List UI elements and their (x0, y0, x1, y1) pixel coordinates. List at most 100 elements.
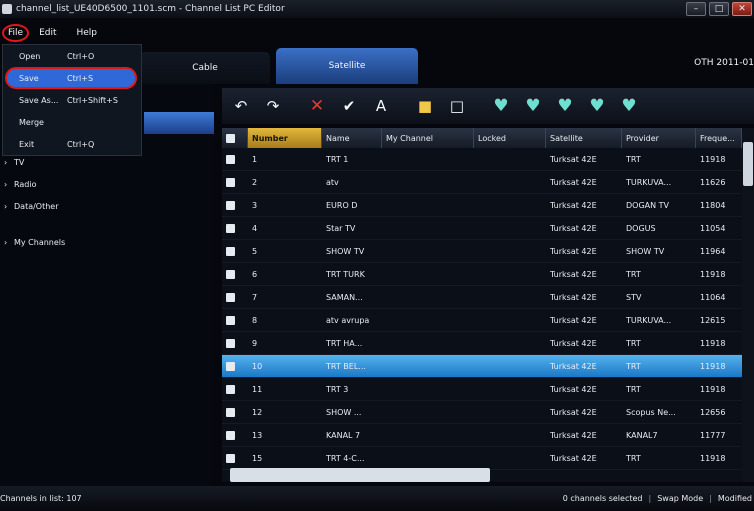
tree-label-tv: TV (14, 158, 25, 167)
tree-item-data-other[interactable]: › Data/Other (4, 202, 59, 211)
rename-icon[interactable]: A (366, 93, 396, 119)
table-row[interactable]: 2 atv Turksat 42E TURKUVA... 11626 (222, 171, 742, 194)
cell-satellite: Turksat 42E (550, 384, 597, 394)
menu-file[interactable]: File (2, 24, 30, 42)
row-checkbox[interactable] (226, 338, 235, 348)
header-name[interactable]: Name (322, 128, 382, 148)
header-frequency[interactable]: Freque... (696, 128, 742, 148)
header-provider[interactable]: Provider (622, 128, 696, 148)
cell-number: 6 (252, 269, 258, 279)
select-all-checkbox[interactable] (226, 133, 235, 143)
cell-satellite: Turksat 42E (550, 453, 597, 463)
cell-provider: TURKUVA... (626, 315, 672, 325)
row-checkbox[interactable] (226, 384, 235, 394)
table-row[interactable]: 12 SHOW ... Turksat 42E Scopus Ne... 12656 (222, 401, 742, 424)
header-number[interactable]: Number (248, 128, 322, 148)
menu-item-merge[interactable]: Merge (3, 111, 141, 133)
row-checkbox[interactable] (226, 246, 235, 256)
row-checkbox[interactable] (226, 292, 235, 302)
table-row[interactable]: 15 TRT 4-C... Turksat 42E TRT 11918 (222, 447, 742, 470)
cell-number: 11 (252, 384, 263, 394)
tree-item-tv[interactable]: › TV (4, 158, 24, 167)
menu-item-shortcut: Ctrl+S (67, 73, 94, 83)
scrollbar-thumb[interactable] (743, 142, 753, 186)
row-checkbox[interactable] (226, 430, 235, 440)
cell-satellite: Turksat 42E (550, 246, 597, 256)
header-select-all[interactable] (222, 128, 248, 148)
tab-satellite[interactable]: Satellite (276, 48, 418, 84)
menu-item-label: Open (19, 51, 41, 61)
cell-provider: TRT (626, 453, 641, 463)
favorite-3-icon[interactable]: ♥ (550, 93, 580, 119)
menu-item-shortcut: Ctrl+Q (67, 139, 95, 149)
table-row[interactable]: 13 KANAL 7 Turksat 42E KANAL7 11777 (222, 424, 742, 447)
cell-frequency: 11626 (700, 177, 726, 187)
header-locked[interactable]: Locked (474, 128, 546, 148)
lock-icon[interactable]: ■ (410, 93, 440, 119)
cell-number: 12 (252, 407, 263, 417)
tab-cable[interactable]: Cable (140, 52, 270, 84)
row-checkbox[interactable] (226, 200, 235, 210)
redo-icon[interactable]: ↷ (258, 93, 288, 119)
menu-item-open[interactable]: Open Ctrl+O (3, 45, 141, 67)
favorite-2-icon[interactable]: ♥ (518, 93, 548, 119)
channel-count: Channels in list: 107 (0, 494, 82, 503)
cell-satellite: Turksat 42E (550, 154, 597, 164)
table-row[interactable]: 5 SHOW TV Turksat 42E SHOW TV 11964 (222, 240, 742, 263)
delete-icon[interactable]: ✕ (302, 93, 332, 119)
tree-item-radio[interactable]: › Radio (4, 180, 36, 189)
cell-frequency: 11777 (700, 430, 726, 440)
table-row[interactable]: 8 atv avrupa Turksat 42E TURKUVA... 12615 (222, 309, 742, 332)
row-checkbox[interactable] (226, 223, 235, 233)
cell-frequency: 11918 (700, 361, 726, 371)
table-row[interactable]: 1 TRT 1 Turksat 42E TRT 11918 (222, 148, 742, 171)
expand-arrow-icon: › (4, 202, 8, 211)
favorite-4-icon[interactable]: ♥ (582, 93, 612, 119)
cell-frequency: 11918 (700, 338, 726, 348)
cell-satellite: Turksat 42E (550, 223, 597, 233)
favorite-1-icon[interactable]: ♥ (486, 93, 516, 119)
favorite-5-icon[interactable]: ♥ (614, 93, 644, 119)
vertical-scrollbar[interactable] (742, 128, 754, 482)
table-row[interactable]: 6 TRT TURK Turksat 42E TRT 11918 (222, 263, 742, 286)
table-row[interactable]: 9 TRT HA... Turksat 42E TRT 11918 (222, 332, 742, 355)
menu-item-save-as[interactable]: Save As... Ctrl+Shift+S (3, 89, 141, 111)
table-row[interactable]: 11 TRT 3 Turksat 42E TRT 11918 (222, 378, 742, 401)
row-checkbox[interactable] (226, 407, 235, 417)
cell-number: 4 (252, 223, 258, 233)
horizontal-scrollbar[interactable] (230, 468, 490, 482)
cell-name: atv avrupa (326, 315, 370, 325)
cell-frequency: 12656 (700, 407, 726, 417)
tree-item-my-channels[interactable]: › My Channels (4, 238, 65, 247)
cell-frequency: 12615 (700, 315, 726, 325)
table-row[interactable]: 4 Star TV Turksat 42E DOGUS 11054 (222, 217, 742, 240)
menu-item-label: Exit (19, 139, 35, 149)
cell-name: TRT BEL... (326, 361, 366, 371)
row-checkbox[interactable] (226, 361, 235, 371)
table-row[interactable]: 3 EURO D Turksat 42E DOGAN TV 11804 (222, 194, 742, 217)
header-satellite[interactable]: Satellite (546, 128, 622, 148)
cell-number: 13 (252, 430, 263, 440)
mode-status: Swap Mode (657, 494, 704, 503)
row-checkbox[interactable] (226, 177, 235, 187)
undo-icon[interactable]: ↶ (226, 93, 256, 119)
menu-help[interactable]: Help (67, 28, 108, 38)
menu-item-save[interactable]: Save Ctrl+S (5, 67, 137, 89)
modified-status: Modified (717, 494, 752, 503)
close-button[interactable]: ✕ (732, 2, 752, 16)
minimize-button[interactable]: – (686, 2, 706, 16)
row-checkbox[interactable] (226, 269, 235, 279)
table-row[interactable]: 7 SAMAN... Turksat 42E STV 11064 (222, 286, 742, 309)
app-icon (2, 4, 12, 14)
menu-item-exit[interactable]: Exit Ctrl+Q (3, 133, 141, 155)
maximize-button[interactable]: □ (709, 2, 729, 16)
table-row-selected[interactable]: 10 TRT BEL... Turksat 42E TRT 11918 (222, 355, 742, 378)
header-my-channel[interactable]: My Channel (382, 128, 474, 148)
renumber-icon[interactable]: ✔ (334, 93, 364, 119)
unlock-icon[interactable]: □ (442, 93, 472, 119)
row-checkbox[interactable] (226, 453, 235, 463)
row-checkbox[interactable] (226, 154, 235, 164)
row-checkbox[interactable] (226, 315, 235, 325)
cell-provider: STV (626, 292, 642, 302)
menu-edit[interactable]: Edit (29, 28, 66, 38)
